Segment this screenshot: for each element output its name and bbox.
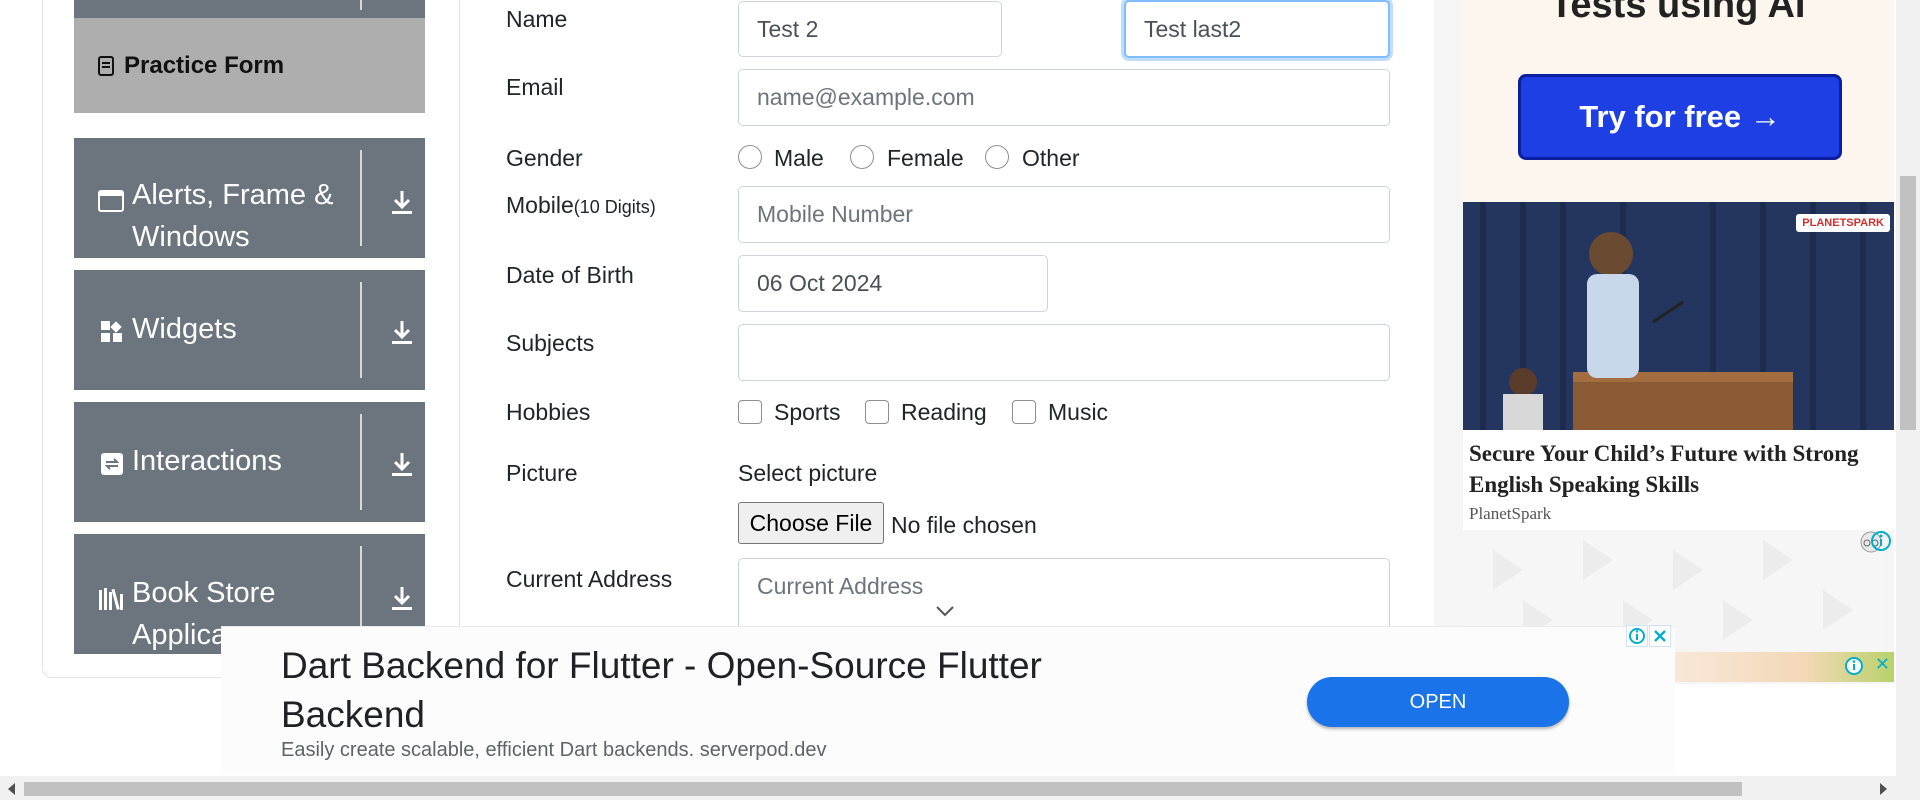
widgets-icon [100, 320, 124, 349]
sidebar-item-label: Widgets [132, 313, 237, 345]
first-name-input[interactable]: Test 2 [738, 1, 1002, 57]
sidebar-separator [360, 282, 362, 378]
name-label: Name [506, 6, 568, 32]
ad-headline: Tests using AI [1550, 0, 1806, 26]
dob-label: Date of Birth [506, 262, 634, 288]
sidebar-item-label-line2: Windows [132, 221, 250, 253]
mobile-label: Mobile(10 Digits) [506, 192, 656, 219]
download-icon[interactable] [390, 318, 414, 346]
page: { "sidebar": { "practice_form": "Practic… [0, 0, 1920, 800]
books-icon [98, 586, 126, 615]
no-file-text: No file chosen [891, 512, 1037, 538]
mobile-hint: (10 Digits) [573, 197, 656, 217]
hobby-option-label[interactable]: Music [1048, 399, 1108, 426]
hobby-music-checkbox[interactable] [1012, 400, 1036, 424]
last-name-input[interactable]: Test last2 [1124, 0, 1390, 58]
download-icon[interactable] [390, 450, 414, 478]
sidebar-item-label: Interactions [132, 445, 282, 477]
gender-option-label[interactable]: Other [1022, 145, 1080, 172]
bottom-ad-subtitle: Easily create scalable, efficient Dart b… [281, 739, 827, 761]
info-icon[interactable] [1844, 656, 1864, 681]
hobby-sports-checkbox[interactable] [738, 400, 762, 424]
vertical-scroll-thumb[interactable] [1900, 176, 1916, 430]
mobile-input[interactable]: Mobile Number [738, 186, 1390, 243]
close-icon[interactable]: ✕ [1875, 654, 1890, 675]
window-icon [98, 190, 124, 217]
sidebar-item-forms[interactable] [74, 0, 425, 18]
gender-female-radio[interactable] [850, 145, 874, 169]
hobby-reading-checkbox[interactable] [865, 400, 889, 424]
vertical-scrollbar[interactable] [1896, 0, 1920, 776]
gender-option-label[interactable]: Female [887, 145, 964, 172]
hobby-option-label[interactable]: Sports [774, 399, 840, 426]
current-address-label: Current Address [506, 566, 673, 592]
download-icon[interactable] [390, 188, 414, 216]
sidebar-item-label: Alerts, Frame & [132, 179, 334, 211]
chevron-down-icon [935, 604, 955, 622]
email-label: Email [506, 74, 564, 100]
sidebar-separator [360, 0, 362, 10]
scroll-left-arrow-icon[interactable] [8, 783, 15, 795]
download-icon[interactable] [390, 584, 414, 612]
subjects-input[interactable] [738, 324, 1390, 381]
mobile-label-text: Mobile [506, 192, 574, 218]
email-input[interactable]: name@example.com [738, 69, 1390, 126]
bottom-ad-banner[interactable]: Dart Backend for Flutter - Open-Source F… [221, 625, 1675, 774]
hobby-option-label[interactable]: Reading [901, 399, 987, 426]
info-icon[interactable] [1626, 625, 1648, 647]
sidebar-separator [360, 414, 362, 510]
dob-input[interactable]: 06 Oct 2024 [738, 255, 1048, 312]
sidebar-separator [360, 150, 362, 246]
hobbies-label: Hobbies [506, 399, 591, 425]
choose-file-button[interactable]: Choose File [738, 502, 884, 544]
ai-tests-ad[interactable]: Tests using AI Try for free → [1462, 0, 1894, 202]
bottom-ad-title: Dart Backend for Flutter - Open-Source F… [281, 645, 1042, 735]
try-for-free-button[interactable]: Try for free → [1518, 74, 1842, 160]
select-picture-label: Select picture [738, 460, 878, 486]
ad-card-source: PlanetSpark [1469, 504, 1552, 523]
gender-label: Gender [506, 145, 583, 171]
ad-card[interactable]: Secure Your Child’s Future with Strong E… [1463, 430, 1894, 530]
sidebar-item-widgets[interactable]: Widgets [74, 270, 425, 390]
picture-label: Picture [506, 460, 578, 486]
gender-option-label[interactable]: Male [774, 145, 824, 172]
small-ad-strip[interactable]: ✕ [1672, 652, 1894, 682]
ad-image[interactable]: PLANETSPARK [1463, 202, 1894, 430]
info-icon[interactable] [1870, 530, 1892, 557]
ad-card-title: Secure Your Child’s Future with Strong E… [1469, 441, 1859, 497]
gender-other-radio[interactable] [985, 145, 1009, 169]
sidebar-item-alerts-frame-windows[interactable]: Alerts, Frame & Windows [74, 138, 425, 258]
interactions-icon [100, 452, 124, 481]
sidebar-item-interactions[interactable]: Interactions [74, 402, 425, 522]
scroll-right-arrow-icon[interactable] [1880, 783, 1887, 795]
sidebar-item-practice-form[interactable]: Practice Form [74, 18, 425, 113]
planetspark-badge: PLANETSPARK [1796, 214, 1890, 232]
horizontal-scroll-thumb[interactable] [24, 782, 1742, 796]
sidebar-item-label: Practice Form [124, 51, 285, 79]
subjects-label: Subjects [506, 330, 595, 356]
sidebar-item-label: Book Store [132, 577, 276, 609]
gender-male-radio[interactable] [738, 145, 762, 169]
document-icon [98, 55, 114, 76]
horizontal-scrollbar[interactable] [0, 776, 1920, 800]
close-icon[interactable] [1649, 625, 1671, 647]
open-button[interactable]: OPEN [1307, 677, 1569, 727]
